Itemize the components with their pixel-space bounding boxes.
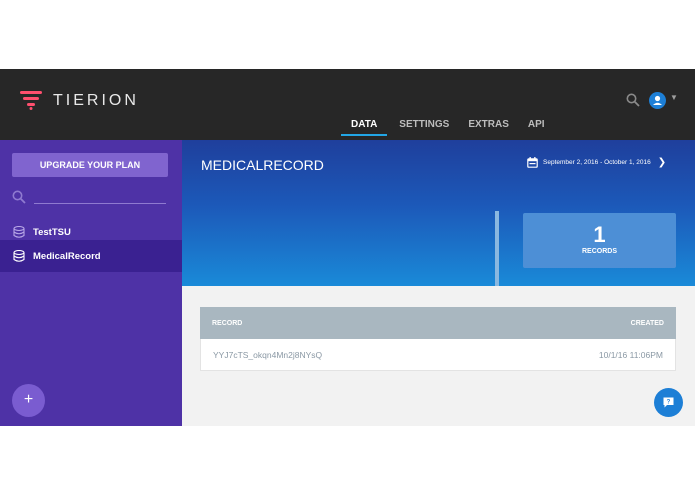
upgrade-plan-button[interactable]: UPGRADE YOUR PLAN — [12, 153, 168, 177]
chart-bar — [495, 211, 499, 286]
table-row[interactable]: YYJ7cTS_okqn4Mn2j8NYsQ 10/1/16 11:06PM — [200, 339, 676, 371]
tab-api[interactable]: API — [521, 116, 552, 136]
svg-text:?: ? — [667, 400, 671, 406]
database-icon — [13, 226, 25, 238]
logo[interactable]: TIERION — [20, 91, 139, 111]
records-count: 1 — [593, 222, 606, 247]
record-id: YYJ7cTS_okqn4Mn2j8NYsQ — [213, 349, 323, 360]
sidebar-search[interactable] — [12, 190, 166, 205]
tab-settings[interactable]: SETTINGS — [392, 116, 456, 136]
record-created: 10/1/16 11:06PM — [598, 349, 663, 360]
chat-help-icon: ? — [663, 397, 674, 408]
tierion-logo-icon — [20, 91, 42, 110]
records-stat-card: 1 RECORDS — [523, 213, 676, 268]
date-range-picker[interactable]: September 2, 2016 - October 1, 2016 ❯ — [527, 157, 666, 168]
tab-extras[interactable]: EXTRAS — [461, 116, 516, 136]
main-tabs: DATA SETTINGS EXTRAS API — [341, 116, 557, 136]
search-icon — [12, 190, 26, 204]
avatar[interactable] — [649, 92, 666, 109]
search-icon[interactable] — [626, 93, 640, 107]
chevron-down-icon[interactable]: ▼ — [670, 93, 678, 102]
page-title: MEDICALRECORD — [201, 157, 324, 173]
brand-name: TIERION — [53, 92, 139, 109]
help-chat-button[interactable]: ? — [654, 388, 683, 417]
chevron-right-icon[interactable]: ❯ — [658, 157, 666, 168]
records-label: RECORDS — [581, 248, 617, 255]
dashboard-hero: MEDICALRECORD September 2, 2016 - Octobe… — [182, 140, 695, 286]
records-table: RECORD CREATED YYJ7cTS_okqn4Mn2j8NYsQ 10… — [200, 307, 676, 371]
column-header-record[interactable]: RECORD — [212, 320, 242, 327]
user-icon — [653, 95, 662, 105]
add-button[interactable]: + — [12, 384, 45, 417]
tab-data[interactable]: DATA — [341, 116, 388, 136]
calendar-icon — [527, 157, 538, 168]
date-range-text: September 2, 2016 - October 1, 2016 — [543, 159, 651, 166]
app-window: TIERION DATA SETTINGS EXTRAS API ▼ UPGRA… — [0, 69, 695, 426]
sidebar: UPGRADE YOUR PLAN TestTSU MedicalRecord … — [0, 140, 182, 426]
column-header-created[interactable]: CREATED — [631, 320, 664, 327]
search-input[interactable] — [34, 203, 166, 204]
sidebar-item-label: TestTSU — [33, 226, 71, 238]
sidebar-item-label: MedicalRecord — [33, 250, 101, 262]
table-header: RECORD CREATED — [200, 307, 676, 339]
top-bar: TIERION DATA SETTINGS EXTRAS API ▼ — [0, 69, 695, 140]
database-icon — [13, 250, 25, 262]
sidebar-item-medicalrecord[interactable]: MedicalRecord — [0, 240, 182, 272]
